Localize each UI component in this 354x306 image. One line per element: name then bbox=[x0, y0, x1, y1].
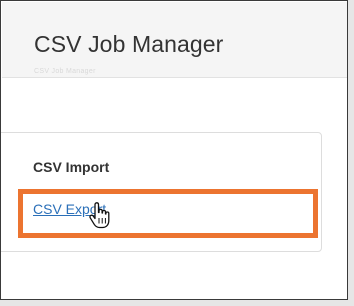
page-header: CSV Job Manager CSV Job Manager bbox=[2, 2, 347, 78]
highlight-box bbox=[18, 189, 318, 238]
right-edge-strip bbox=[348, 0, 354, 306]
csv-import-link[interactable]: CSV Import bbox=[33, 159, 109, 175]
window-frame: CSV Job Manager CSV Job Manager CSV Impo… bbox=[0, 0, 348, 300]
page-title: CSV Job Manager bbox=[34, 31, 224, 57]
bottom-edge-strip bbox=[0, 300, 354, 306]
hand-pointer-icon bbox=[89, 202, 110, 229]
header-ghost-text: CSV Job Manager bbox=[34, 68, 96, 75]
